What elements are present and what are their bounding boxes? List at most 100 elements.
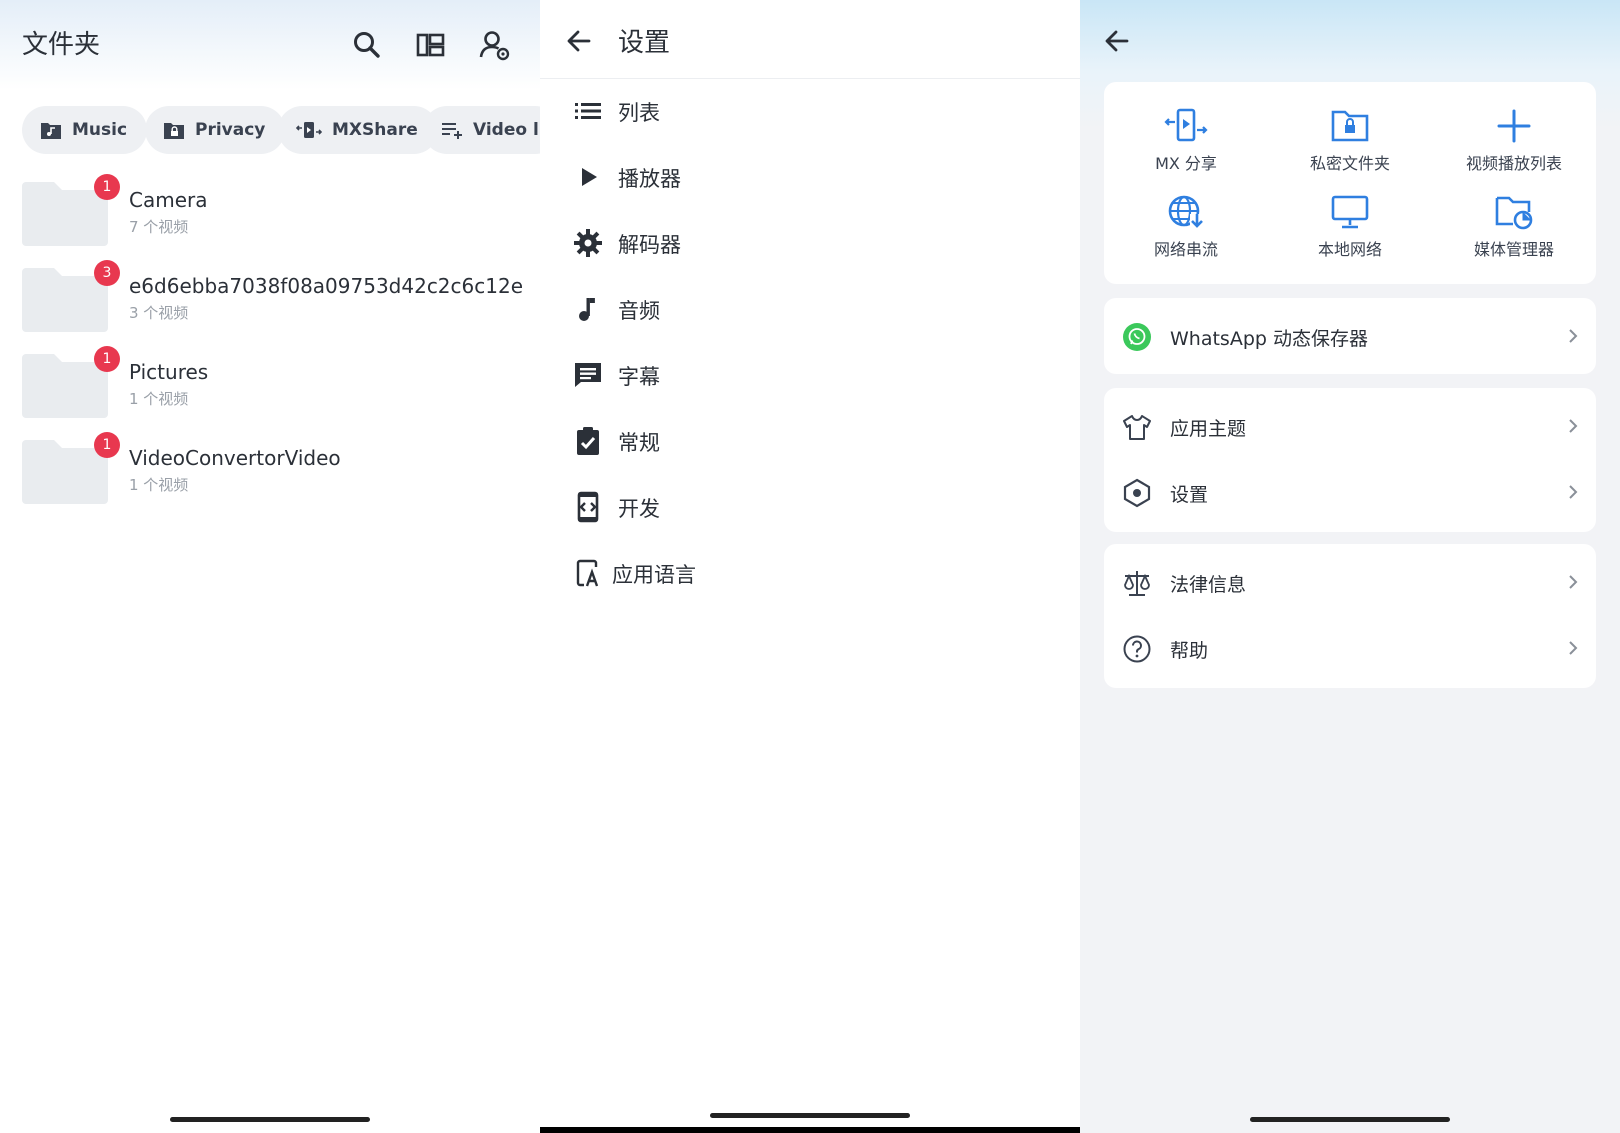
chevron-right-icon: [1569, 419, 1578, 433]
settings-item-label: 播放器: [618, 167, 681, 191]
folder-video-count: 3 个视频: [129, 304, 189, 322]
music-note-icon: [579, 298, 595, 321]
page-title: 设置: [618, 28, 671, 58]
new-count-badge: 1: [94, 432, 120, 458]
settings-item-label: 字幕: [618, 365, 660, 389]
shortcut-mx-share[interactable]: MX 分享: [1104, 108, 1268, 188]
chip-label: Privacy: [195, 120, 266, 140]
shortcut-label: 本地网络: [1317, 240, 1382, 259]
folder-name: e6d6ebba7038f08a09753d42c2c6c12e: [129, 274, 524, 298]
chevron-right-icon: [1569, 641, 1578, 655]
search-icon[interactable]: [350, 28, 384, 62]
settings-item-language[interactable]: 应用语言: [540, 543, 1080, 603]
folder-name: Pictures: [129, 360, 209, 384]
whatsapp-status-saver[interactable]: WhatsApp 动态保存器: [1104, 304, 1596, 368]
shortcut-label: 媒体管理器: [1473, 240, 1554, 259]
developer-icon: [577, 491, 599, 523]
shortcut-network-stream[interactable]: 网络串流: [1104, 194, 1268, 274]
chip-label: Music: [72, 120, 128, 140]
whatsapp-card: WhatsApp 动态保存器: [1104, 298, 1596, 374]
new-count-badge: 1: [94, 346, 120, 372]
header: 设置: [540, 0, 1080, 79]
shortcut-label: 视频播放列表: [1465, 154, 1562, 173]
row-label: 法律信息: [1170, 574, 1247, 596]
chip-music[interactable]: Music: [22, 106, 148, 154]
back-arrow-icon[interactable]: [1102, 26, 1132, 56]
new-count-badge: 1: [94, 174, 120, 200]
subtitle-icon: [575, 363, 601, 387]
language-icon: [576, 559, 599, 587]
hexagon-settings-icon: [1123, 478, 1151, 508]
network-stream-icon: [1168, 195, 1204, 228]
folder-name: VideoConvertorVideo: [129, 446, 341, 470]
help-icon: [1123, 635, 1151, 663]
clipboard-check-icon: [577, 427, 599, 455]
chevron-right-icon: [1569, 575, 1578, 589]
private-folder-icon: [1331, 110, 1369, 142]
shirt-icon: [1123, 415, 1151, 440]
back-arrow-icon[interactable]: [564, 26, 594, 56]
more-screen: MX 分享 私密文件夹 视频播放列表 网络串流 本地网络 媒体管理器 Whats…: [1080, 0, 1620, 1133]
share-icon: [296, 122, 322, 138]
settings-item-developer[interactable]: 开发: [540, 477, 1080, 537]
row-app-theme[interactable]: 应用主题: [1104, 394, 1596, 458]
home-indicator[interactable]: [710, 1113, 910, 1118]
shortcut-media-manager[interactable]: 媒体管理器: [1432, 194, 1596, 274]
settings-item-label: 列表: [618, 101, 660, 125]
folder-video-count: 1 个视频: [129, 476, 189, 494]
lock-folder-icon: [164, 123, 184, 139]
settings-item-label: 音频: [618, 299, 660, 323]
folder-item[interactable]: 1 Camera 7 个视频: [22, 174, 532, 250]
settings-item-label: 应用语言: [612, 563, 696, 587]
settings-item-label: 常规: [618, 431, 660, 455]
playlist-add-icon: [442, 123, 462, 139]
row-settings[interactable]: 设置: [1104, 460, 1596, 524]
mx-share-icon: [1164, 108, 1208, 142]
settings-item-subtitle[interactable]: 字幕: [540, 345, 1080, 405]
monitor-icon: [1331, 195, 1369, 229]
shortcut-private-folder[interactable]: 私密文件夹: [1268, 108, 1432, 188]
folder-item[interactable]: 1 Pictures 1 个视频: [22, 346, 532, 422]
shortcut-video-playlist[interactable]: 视频播放列表: [1432, 108, 1596, 188]
scale-icon: [1124, 571, 1150, 596]
settings-item-audio[interactable]: 音频: [540, 279, 1080, 339]
chevron-right-icon: [1569, 329, 1578, 343]
settings-item-player[interactable]: 播放器: [540, 147, 1080, 207]
folder-video-count: 1 个视频: [129, 390, 189, 408]
chevron-right-icon: [1569, 485, 1578, 499]
folder-item[interactable]: 3 e6d6ebba7038f08a09753d42c2c6c12e 3 个视频: [22, 260, 532, 336]
settings-item-list[interactable]: 列表: [540, 81, 1080, 141]
layout-icon[interactable]: [414, 28, 448, 62]
home-indicator[interactable]: [170, 1117, 370, 1122]
home-indicator[interactable]: [1250, 1117, 1450, 1122]
chip-label: Video l: [473, 120, 539, 140]
new-count-badge: 3: [94, 260, 120, 286]
folder-name: Camera: [129, 188, 208, 212]
media-manager-icon: [1495, 196, 1533, 230]
settings-item-decoder[interactable]: 解码器: [540, 213, 1080, 273]
settings-card: 应用主题 设置: [1104, 388, 1596, 532]
shortcut-label: 网络串流: [1153, 240, 1218, 259]
chip-video-list[interactable]: Video l: [423, 106, 540, 154]
folder-item[interactable]: 1 VideoConvertorVideo 1 个视频: [22, 432, 532, 508]
folders-screen: 文件夹 Music Privacy MXShare Video l 1 Came…: [0, 0, 540, 1133]
chip-mxshare[interactable]: MXShare: [278, 106, 438, 154]
row-legal[interactable]: 法律信息: [1104, 550, 1596, 614]
settings-item-general[interactable]: 常规: [540, 411, 1080, 471]
gear-icon: [574, 229, 602, 257]
row-label: 应用主题: [1170, 418, 1247, 440]
row-label: WhatsApp 动态保存器: [1170, 328, 1368, 350]
chip-privacy[interactable]: Privacy: [145, 106, 286, 154]
row-help[interactable]: 帮助: [1104, 616, 1596, 680]
folder-video-count: 7 个视频: [129, 218, 189, 236]
list-icon: [575, 103, 601, 119]
info-card: 法律信息 帮助: [1104, 544, 1596, 688]
chip-label: MXShare: [332, 120, 418, 140]
shortcut-label: 私密文件夹: [1309, 154, 1390, 173]
account-settings-icon[interactable]: [478, 28, 512, 62]
play-icon: [582, 168, 597, 186]
shortcut-local-network[interactable]: 本地网络: [1268, 194, 1432, 274]
bottom-edge: [540, 1127, 1080, 1133]
page-title: 文件夹: [22, 30, 101, 60]
music-folder-icon: [41, 123, 61, 139]
